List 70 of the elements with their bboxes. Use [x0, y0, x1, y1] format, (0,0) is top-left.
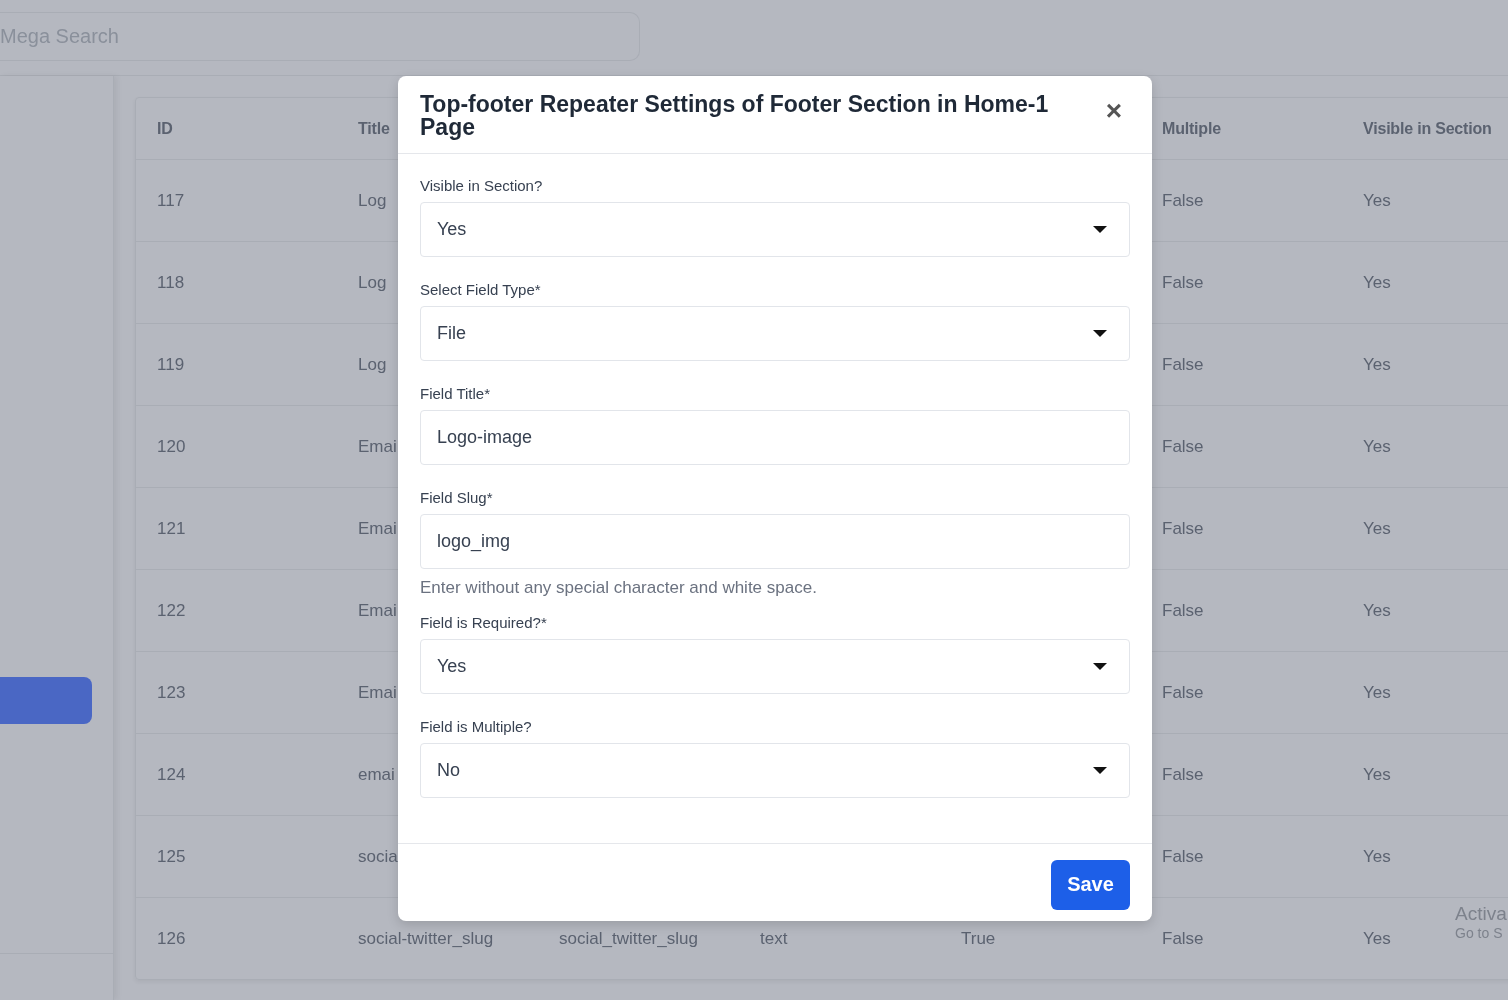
caret-icon: [1093, 329, 1107, 338]
column-header: Visible in Section: [1363, 119, 1492, 137]
close-button[interactable]: ×: [1097, 97, 1130, 125]
table-cell: False: [1162, 354, 1204, 374]
select-field[interactable]: Yes: [420, 639, 1130, 694]
table-cell: Yes: [1363, 436, 1391, 456]
input-field[interactable]: logo_img: [420, 514, 1130, 569]
table-cell: 126: [157, 928, 186, 948]
table-cell: 124: [157, 764, 186, 784]
table-cell: Yes: [1363, 846, 1391, 866]
field-label: Select Field Type*: [420, 281, 542, 298]
table-cell: False: [1162, 764, 1204, 784]
field-label: Field is Multiple?: [420, 718, 533, 735]
table-cell: False: [1162, 928, 1204, 948]
sidebar-button[interactable]: [0, 677, 92, 724]
table-cell: Emai: [358, 682, 397, 702]
field-label: Field Slug*: [420, 489, 494, 506]
caret-icon: [1093, 225, 1107, 234]
table-cell: Yes: [1363, 518, 1391, 538]
table-cell: Yes: [1363, 272, 1391, 292]
table-cell: Yes: [1363, 600, 1391, 620]
field-label: Field is Required?*: [420, 614, 548, 631]
table-cell: 123: [157, 682, 186, 702]
column-header: ID: [157, 119, 173, 137]
table-cell: Emai: [358, 600, 397, 620]
table-cell: 119: [157, 354, 185, 374]
table-cell: Yes: [1363, 190, 1391, 210]
table-cell: 117: [157, 190, 185, 210]
activation-hint: Go to S: [1455, 925, 1504, 941]
table-cell: socia: [358, 846, 398, 866]
table-cell: False: [1162, 272, 1204, 292]
table-cell: social_twitter_slug: [559, 928, 698, 948]
table-cell: 125: [157, 846, 186, 866]
caret-icon: [1093, 662, 1107, 671]
table-cell: False: [1162, 190, 1204, 210]
table-cell: 122: [157, 600, 186, 620]
table-cell: Log: [358, 272, 387, 292]
table-cell: 120: [157, 436, 186, 456]
input-field[interactable]: Logo-image: [420, 410, 1130, 465]
column-header: Multiple: [1162, 119, 1221, 137]
table-cell: 118: [157, 272, 185, 292]
table-cell: 121: [157, 518, 186, 538]
table-cell: False: [1162, 600, 1204, 620]
table-cell: Yes: [1363, 764, 1391, 784]
field-label: Visible in Section?: [420, 177, 544, 194]
table-cell: Yes: [1363, 928, 1391, 948]
table-cell: social-twitter_slug: [358, 928, 494, 948]
select-field[interactable]: Yes: [420, 202, 1130, 257]
caret-icon: [1093, 766, 1107, 775]
table-cell: Emai: [358, 436, 397, 456]
table-cell: True: [961, 928, 996, 948]
table-cell: False: [1162, 518, 1204, 538]
table-cell: False: [1162, 846, 1204, 866]
table-cell: Log: [358, 190, 387, 210]
table-cell: emai: [358, 764, 395, 784]
modal-title: Top-footer Repeater Settings of Footer Section in Home-1 Page: [420, 93, 1050, 139]
select-field[interactable]: File: [420, 306, 1130, 361]
column-header: Title: [358, 119, 390, 137]
save-button[interactable]: Save: [1051, 859, 1130, 910]
field-label: Field Title*: [420, 385, 492, 402]
activation-notice: Activa: [1455, 903, 1507, 925]
table-cell: False: [1162, 436, 1204, 456]
table-cell: text: [760, 928, 788, 948]
table-cell: Yes: [1363, 354, 1391, 374]
table-cell: False: [1162, 682, 1204, 702]
table-cell: Yes: [1363, 682, 1391, 702]
table-cell: Emai: [358, 518, 397, 538]
help-text: Enter without any special character and white space.: [420, 578, 818, 598]
table-cell: Log: [358, 354, 387, 374]
select-field[interactable]: No: [420, 743, 1130, 798]
